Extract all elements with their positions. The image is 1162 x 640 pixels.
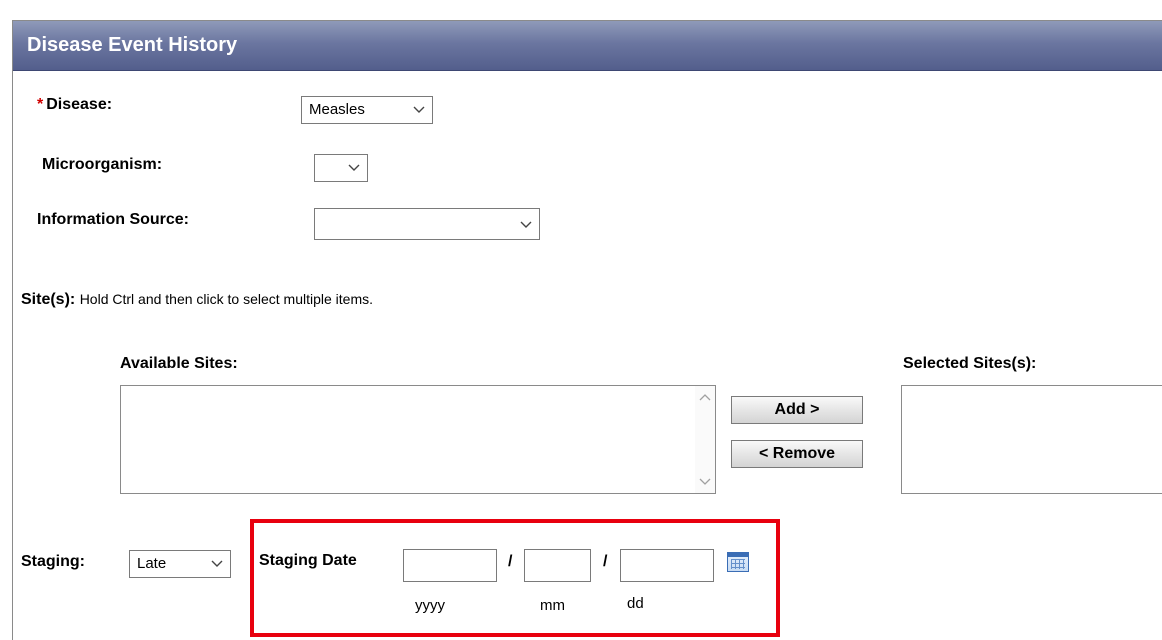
microorganism-select[interactable] [314,154,368,182]
staging-date-label: Staging Date [259,552,357,569]
disease-select[interactable]: Measles [301,96,433,124]
calendar-icon[interactable] [727,552,749,572]
staging-date-month-input[interactable] [524,549,591,582]
chevron-down-icon [211,560,223,567]
month-hint: mm [540,597,565,614]
staging-label: Staging: [21,553,85,570]
disease-label: * Disease: [37,96,113,113]
selected-sites-label: Selected Sites(s): [903,355,1037,372]
staging-select-value: Late [137,555,167,572]
required-marker: * [37,96,44,113]
information-source-select[interactable] [314,208,540,240]
chevron-down-icon [348,164,360,171]
information-source-label: Information Source: [37,211,190,228]
panel-title: Disease Event History [27,34,238,56]
chevron-down-icon [413,106,425,113]
add-button[interactable]: Add > [731,396,863,424]
remove-button[interactable]: < Remove [731,440,863,468]
sites-label-row: Site(s): Hold Ctrl and then click to sel… [21,291,373,309]
scroll-up-icon[interactable] [699,392,711,402]
available-sites-scrollbar[interactable] [695,386,715,493]
available-sites-listbox[interactable] [120,385,716,494]
microorganism-label: Microorganism: [42,156,163,173]
sites-note: Hold Ctrl and then click to select multi… [79,291,374,307]
staging-date-year-input[interactable] [403,549,497,582]
staging-date-day-input[interactable] [620,549,714,582]
sites-label: Site(s): [21,291,76,308]
panel-header: Disease Event History [13,21,1162,71]
available-sites-label: Available Sites: [120,355,238,372]
disease-select-value: Measles [309,101,365,118]
selected-sites-listbox[interactable] [901,385,1162,494]
date-separator: / [603,553,608,570]
year-hint: yyyy [415,597,445,614]
scroll-down-icon[interactable] [699,477,711,487]
day-hint: dd [627,595,644,612]
staging-select[interactable]: Late [129,550,231,578]
date-separator: / [508,553,513,570]
chevron-down-icon [520,221,532,228]
